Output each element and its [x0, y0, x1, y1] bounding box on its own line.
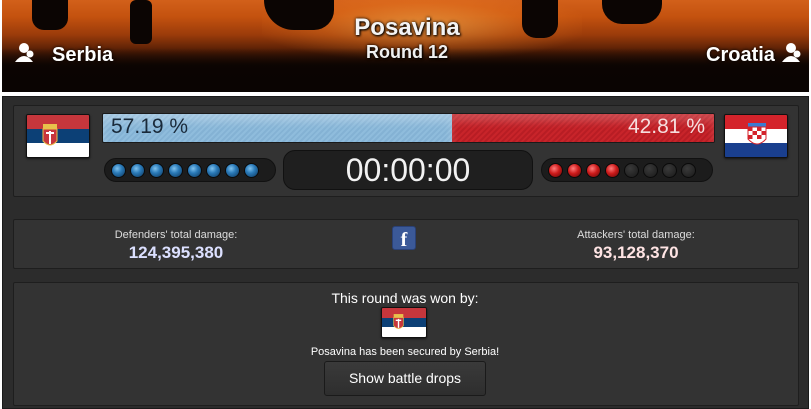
attacker-damage-label: Attackers' total damage: — [577, 229, 695, 241]
croatia-coat-of-arms-icon — [747, 123, 767, 145]
attacker-point-dot — [662, 162, 677, 178]
attacker-point-dot — [567, 162, 582, 178]
soldier-silhouette — [130, 0, 152, 44]
attacker-point-dot — [605, 162, 620, 178]
defender-domination-fill: 57.19 % — [103, 114, 453, 142]
user-icon[interactable] — [13, 42, 35, 64]
croatia-flag[interactable] — [724, 114, 788, 158]
defender-name[interactable]: Serbia — [52, 44, 113, 67]
attacker-point-dot — [643, 162, 658, 178]
attacker-damage-value: 93,128,370 — [593, 243, 679, 262]
region-title: Posavina — [354, 14, 460, 41]
attacker-point-dot — [548, 162, 563, 178]
attacker-name[interactable]: Croatia — [706, 44, 775, 67]
user-icon[interactable] — [780, 42, 802, 64]
serbia-coat-of-arms-icon — [393, 314, 404, 329]
show-battle-drops-button[interactable]: Show battle drops — [324, 361, 486, 396]
attacker-domination-fill: 42.81 % — [452, 114, 714, 142]
defender-point-dot — [244, 162, 259, 178]
defender-point-dot — [149, 162, 164, 178]
soldier-silhouette — [522, 0, 558, 38]
winner-serbia-flag — [381, 307, 427, 338]
soldier-silhouette — [32, 0, 68, 30]
round-winner-title: This round was won by: — [331, 290, 479, 306]
defender-point-dot — [225, 162, 240, 178]
defender-point-dot — [206, 162, 221, 178]
attacker-point-dot — [681, 162, 696, 178]
round-title: Round 12 — [365, 42, 448, 62]
defender-damage-label: Defenders' total damage: — [114, 229, 238, 241]
round-timer: 00:00:00 — [283, 150, 533, 190]
secured-message: Posavina has been secured by Serbia! — [310, 346, 500, 358]
defender-point-dot — [187, 162, 202, 178]
defender-point-dot — [168, 162, 183, 178]
battle-header-banner: Serbia Posavina Round 12 Croatia — [2, 0, 809, 92]
soldier-silhouette — [602, 0, 662, 24]
serbia-coat-of-arms-icon — [42, 124, 58, 146]
attacker-points-track — [541, 158, 713, 182]
attacker-point-dot — [586, 162, 601, 178]
battle-status-box: 57.19 % 42.81 % 00:00:00 — [13, 105, 799, 197]
domination-bar: 57.19 % 42.81 % — [102, 113, 715, 143]
defender-percent: 57.19 % — [111, 115, 189, 138]
defender-point-dot — [130, 162, 145, 178]
defender-damage-value: 124,395,380 — [128, 243, 224, 262]
facebook-icon[interactable]: f — [392, 226, 416, 251]
defender-point-dot — [111, 162, 126, 178]
attacker-point-dot — [624, 162, 639, 178]
serbia-flag[interactable] — [26, 114, 90, 158]
attacker-percent: 42.81 % — [627, 115, 705, 138]
defender-points-track — [104, 158, 276, 182]
